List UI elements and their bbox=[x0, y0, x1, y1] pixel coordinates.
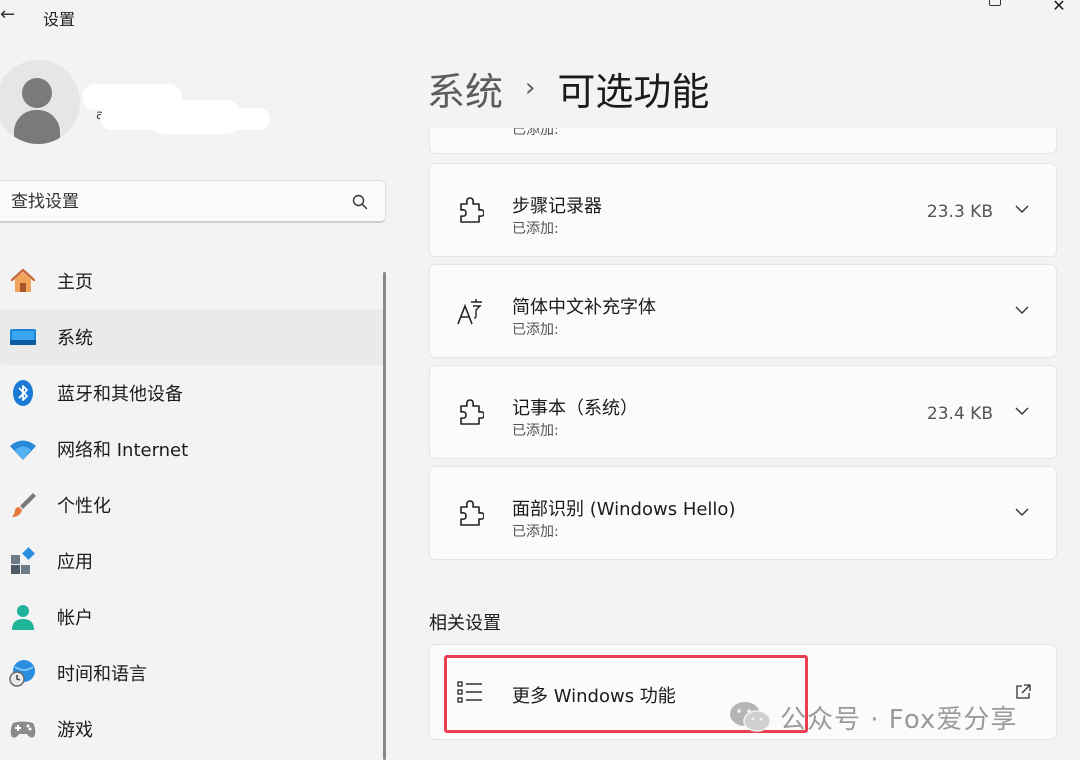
sidebar-item-time-language[interactable]: 时间和语言 bbox=[0, 645, 386, 701]
search-box bbox=[0, 180, 386, 223]
home-icon bbox=[10, 268, 36, 292]
sidebar-item-apps[interactable]: 应用 bbox=[0, 533, 386, 589]
back-button[interactable]: ← bbox=[0, 2, 22, 28]
sidebar-item-accounts[interactable]: 帐户 bbox=[0, 589, 386, 645]
feature-status: 已添加: bbox=[512, 322, 559, 338]
breadcrumb: 系统 › 可选功能 bbox=[427, 60, 709, 116]
brush-icon bbox=[12, 493, 36, 517]
link-title: 更多 Windows 功能 bbox=[512, 686, 676, 707]
sidebar-item-gaming[interactable]: 游戏 bbox=[0, 701, 386, 757]
app-title: 设置 bbox=[43, 10, 76, 29]
feature-status: 已添加: bbox=[512, 128, 559, 138]
feature-card[interactable]: 面部识别 (Windows Hello) 已添加: bbox=[429, 466, 1057, 560]
avatar-head bbox=[22, 78, 52, 108]
feature-title: 简体中文补充字体 bbox=[512, 297, 656, 318]
feature-status: 已添加: bbox=[512, 221, 559, 237]
sidebar-item-label: 应用 bbox=[57, 552, 93, 573]
search-input[interactable] bbox=[11, 190, 341, 214]
font-icon bbox=[457, 299, 482, 325]
search-icon[interactable] bbox=[351, 193, 369, 211]
maximize-icon bbox=[989, 0, 1001, 6]
feature-status: 已添加: bbox=[512, 524, 559, 540]
puzzle-icon bbox=[460, 399, 484, 425]
feature-size: 23.3 KB bbox=[926, 202, 993, 222]
sidebar-item-label: 帐户 bbox=[57, 608, 93, 629]
feature-card[interactable]: 记事本（系统） 已添加: 23.4 KB bbox=[429, 365, 1057, 459]
minimize-button[interactable] bbox=[912, 0, 958, 16]
gamepad-icon bbox=[10, 721, 36, 738]
feature-card-partial[interactable]: 已添加: bbox=[429, 128, 1057, 154]
puzzle-icon bbox=[460, 197, 484, 223]
feature-title: 记事本（系统） bbox=[512, 398, 638, 419]
apps-icon bbox=[11, 547, 35, 574]
feature-card[interactable]: 简体中文补充字体 已添加: bbox=[429, 264, 1057, 358]
wifi-icon bbox=[10, 440, 36, 460]
sidebar-nav: 主页 系统 蓝牙和其他设备 网络和 Internet 个性化 应用 帐户 时间和… bbox=[0, 253, 386, 757]
watermark: 公众号 · Fox爱分享 bbox=[728, 698, 1017, 736]
feature-title: 面部识别 (Windows Hello) bbox=[512, 499, 736, 520]
bluetooth-icon bbox=[13, 380, 33, 406]
sidebar-scrollbar[interactable] bbox=[383, 272, 386, 760]
sidebar-item-label: 个性化 bbox=[57, 496, 111, 517]
chevron-down-icon[interactable] bbox=[1014, 506, 1030, 518]
chevron-down-icon[interactable] bbox=[1014, 304, 1030, 316]
sidebar-item-bluetooth[interactable]: 蓝牙和其他设备 bbox=[0, 365, 386, 421]
features-content: 已添加: 步骤记录器 已添加: 23.3 KB 简体中文补充字体 已添加: 记事… bbox=[429, 128, 1058, 760]
avatar[interactable] bbox=[0, 60, 80, 144]
title-bar: ← 设置 ✕ bbox=[0, 0, 1080, 34]
chevron-down-icon[interactable] bbox=[1014, 203, 1030, 215]
maximize-button[interactable] bbox=[972, 0, 1018, 16]
globe-clock-icon bbox=[9, 660, 35, 687]
watermark-text: 公众号 · Fox爱分享 bbox=[780, 704, 1018, 735]
sidebar-item-label: 时间和语言 bbox=[57, 664, 147, 685]
sidebar-item-label: 系统 bbox=[57, 328, 93, 349]
feature-title: 步骤记录器 bbox=[512, 196, 602, 217]
system-icon bbox=[10, 329, 36, 345]
back-arrow-icon: ← bbox=[0, 4, 16, 25]
sidebar-item-personalization[interactable]: 个性化 bbox=[0, 477, 386, 533]
puzzle-icon bbox=[460, 500, 484, 526]
sidebar-item-label: 主页 bbox=[57, 272, 93, 293]
sidebar-item-system[interactable]: 系统 bbox=[0, 309, 386, 365]
feature-size: 23.4 KB bbox=[926, 404, 993, 424]
close-button[interactable]: ✕ bbox=[1036, 0, 1080, 16]
sidebar-item-home[interactable]: 主页 bbox=[0, 253, 386, 309]
chevron-down-icon[interactable] bbox=[1014, 405, 1030, 417]
breadcrumb-separator: › bbox=[525, 73, 536, 103]
wechat-logo-icon bbox=[730, 702, 771, 732]
close-icon: ✕ bbox=[1052, 0, 1066, 15]
sidebar-item-label: 网络和 Internet bbox=[57, 440, 189, 461]
account-icon bbox=[12, 605, 34, 630]
avatar-body bbox=[14, 110, 60, 144]
sidebar-item-label: 游戏 bbox=[57, 720, 93, 741]
list-icon bbox=[457, 681, 482, 703]
sidebar-item-network[interactable]: 网络和 Internet bbox=[0, 421, 386, 477]
feature-card[interactable]: 步骤记录器 已添加: 23.3 KB bbox=[429, 163, 1057, 257]
sidebar-item-label: 蓝牙和其他设备 bbox=[57, 384, 183, 405]
related-settings-heading: 相关设置 bbox=[429, 613, 501, 634]
feature-status: 已添加: bbox=[512, 423, 559, 439]
page-title: 可选功能 bbox=[557, 69, 710, 114]
breadcrumb-parent[interactable]: 系统 bbox=[427, 61, 503, 116]
redaction-mark bbox=[150, 100, 240, 134]
